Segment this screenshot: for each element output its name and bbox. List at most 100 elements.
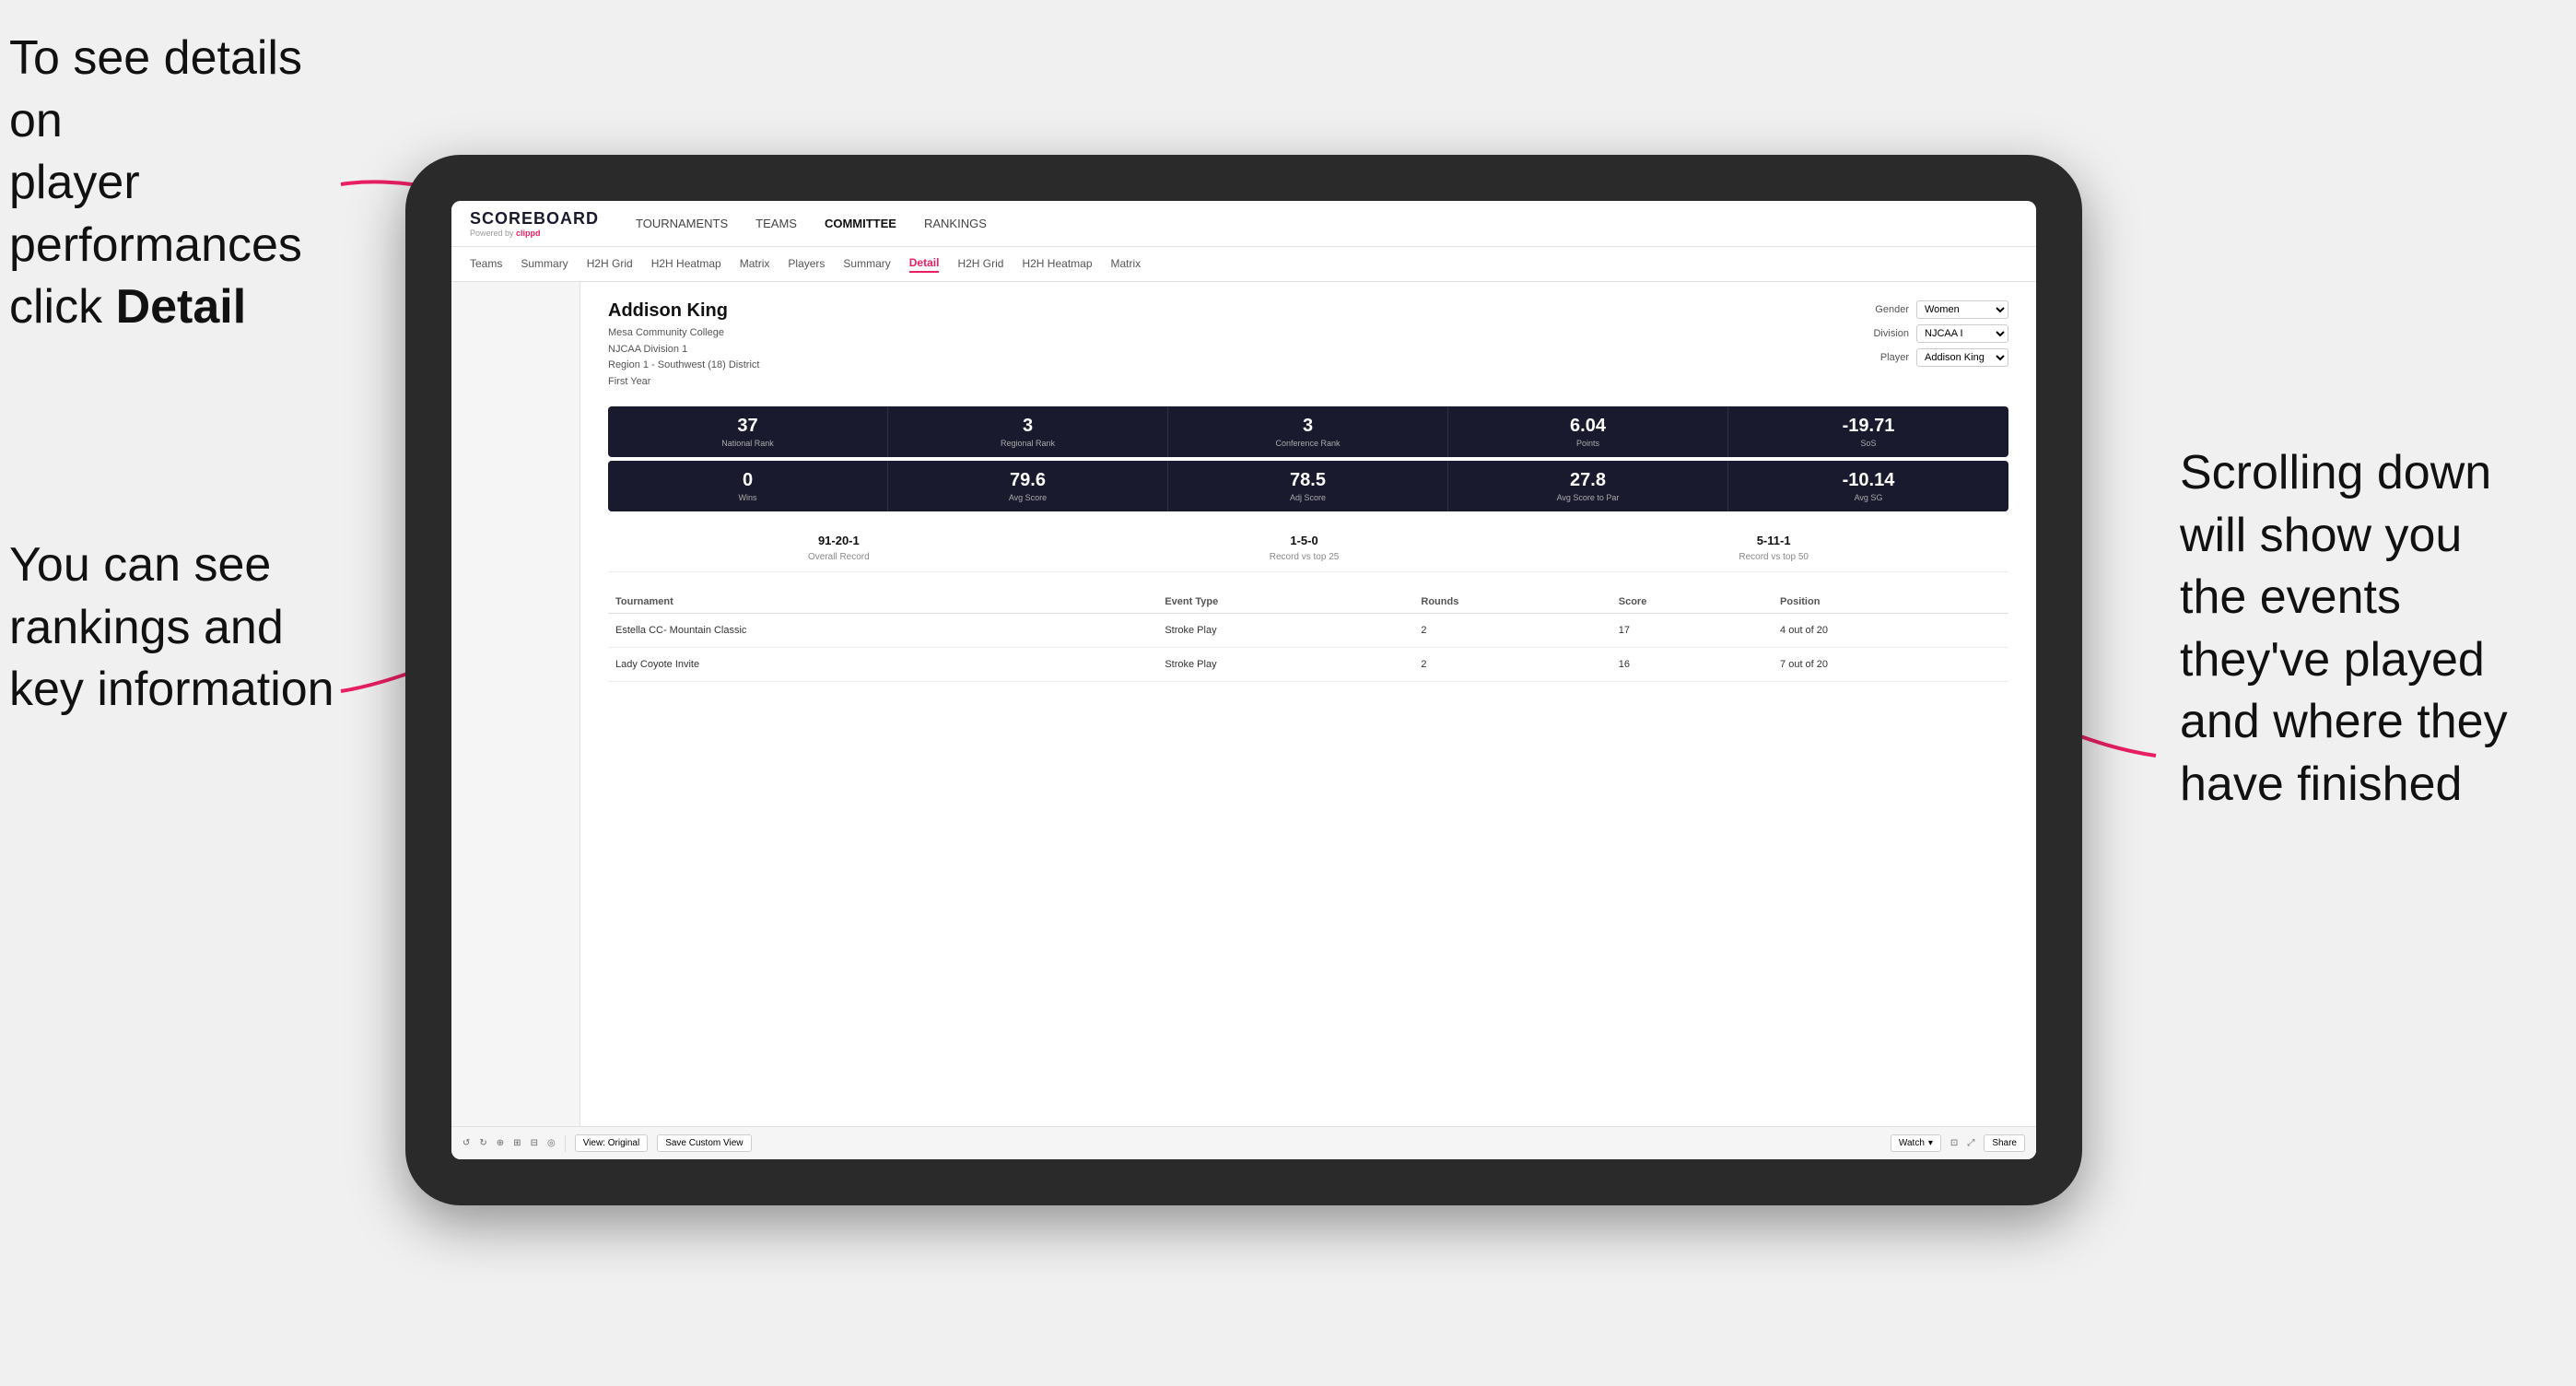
undo-icon[interactable]: ↺ bbox=[463, 1138, 470, 1148]
division-control: Division NJCAA I NJCAA II bbox=[1873, 324, 2008, 343]
subnav-detail[interactable]: Detail bbox=[909, 256, 940, 273]
player-name: Addison King bbox=[608, 300, 759, 322]
stat-sos: -19.71 SoS bbox=[1728, 406, 2008, 457]
player-control: Player Addison King bbox=[1880, 348, 2008, 367]
subnav-matrix2[interactable]: Matrix bbox=[1111, 257, 1142, 272]
player-division: NJCAA Division 1 bbox=[608, 342, 759, 358]
record-label: Record vs top 50 bbox=[1739, 552, 1809, 562]
sidebar bbox=[451, 282, 580, 1159]
toolbar-icon2[interactable]: ⊞ bbox=[513, 1138, 521, 1148]
stat-regional-rank: 3 Regional Rank bbox=[888, 406, 1168, 457]
logo: SCOREBOARD Powered by clippd bbox=[470, 209, 599, 238]
stat-value: 3 bbox=[899, 416, 1156, 437]
col-rounds: Rounds bbox=[1413, 591, 1610, 614]
annotation-bottom-left: You can see rankings and key information bbox=[9, 534, 378, 722]
player-college: Mesa Community College bbox=[608, 325, 759, 342]
stat-adj-score: 78.5 Adj Score bbox=[1168, 461, 1448, 511]
stats-row-1: 37 National Rank 3 Regional Rank 3 Confe… bbox=[608, 406, 2008, 457]
stat-value: -10.14 bbox=[1739, 470, 1997, 491]
tablet-frame: SCOREBOARD Powered by clippd TOURNAMENTS… bbox=[405, 155, 2082, 1205]
stat-label: National Rank bbox=[619, 439, 876, 448]
stat-label: Adj Score bbox=[1179, 493, 1436, 502]
logo-text: SCOREBOARD bbox=[470, 209, 599, 229]
share-button[interactable]: Share bbox=[1984, 1134, 2025, 1152]
toolbar-icon1[interactable]: ⊕ bbox=[497, 1138, 504, 1148]
subnav-h2h-heatmap[interactable]: H2H Heatmap bbox=[651, 257, 721, 272]
stat-label: Points bbox=[1459, 439, 1716, 448]
event-type: Stroke Play bbox=[1157, 614, 1413, 648]
main-content: Addison King Mesa Community College NJCA… bbox=[580, 282, 2036, 1159]
subnav-players[interactable]: Players bbox=[788, 257, 825, 272]
watch-button[interactable]: Watch ▾ bbox=[1891, 1134, 1941, 1152]
annotation-left-top: To see details on player performances cl… bbox=[9, 28, 359, 339]
player-region: Region 1 - Southwest (18) District bbox=[608, 358, 759, 374]
view-original-button[interactable]: View: Original bbox=[575, 1134, 649, 1152]
score: 17 bbox=[1611, 614, 1773, 648]
main-nav: TOURNAMENTS TEAMS COMMITTEE RANKINGS bbox=[636, 217, 987, 230]
toolbar-icon5[interactable]: ⊡ bbox=[1950, 1138, 1958, 1148]
table-row: Estella CC- Mountain Classic Stroke Play… bbox=[608, 614, 2008, 648]
stat-avg-score: 79.6 Avg Score bbox=[888, 461, 1168, 511]
tournament-name: Lady Coyote Invite bbox=[608, 648, 1157, 682]
stat-value: 37 bbox=[619, 416, 876, 437]
stat-value: 27.8 bbox=[1459, 470, 1716, 491]
nav-tournaments[interactable]: TOURNAMENTS bbox=[636, 217, 728, 230]
stat-label: Wins bbox=[619, 493, 876, 502]
view-original-label: View: Original bbox=[583, 1138, 640, 1148]
toolbar-separator bbox=[565, 1135, 566, 1152]
nav-committee[interactable]: COMMITTEE bbox=[825, 217, 896, 230]
subnav-h2h-heatmap2[interactable]: H2H Heatmap bbox=[1022, 257, 1092, 272]
division-select[interactable]: NJCAA I NJCAA II bbox=[1916, 324, 2008, 343]
toolbar-icon6[interactable]: ⤢ bbox=[1967, 1138, 1974, 1148]
tournament-name: Estella CC- Mountain Classic bbox=[608, 614, 1157, 648]
subnav-h2h-grid2[interactable]: H2H Grid bbox=[957, 257, 1003, 272]
col-score: Score bbox=[1611, 591, 1773, 614]
score: 16 bbox=[1611, 648, 1773, 682]
stat-label: Avg Score to Par bbox=[1459, 493, 1716, 502]
stat-value: 6.04 bbox=[1459, 416, 1716, 437]
record-label: Overall Record bbox=[808, 552, 870, 562]
subnav-summary2[interactable]: Summary bbox=[843, 257, 890, 272]
col-event-type: Event Type bbox=[1157, 591, 1413, 614]
player-select[interactable]: Addison King bbox=[1916, 348, 2008, 367]
gender-control: Gender Women Men bbox=[1875, 300, 2008, 319]
gender-label: Gender bbox=[1875, 304, 1909, 315]
nav-teams[interactable]: TEAMS bbox=[755, 217, 797, 230]
gender-select[interactable]: Women Men bbox=[1916, 300, 2008, 319]
top25-record: 1-5-0 Record vs top 25 bbox=[1270, 534, 1340, 564]
player-label: Player bbox=[1880, 352, 1909, 363]
position: 7 out of 20 bbox=[1773, 648, 2008, 682]
record-label: Record vs top 25 bbox=[1270, 552, 1340, 562]
tablet-screen: SCOREBOARD Powered by clippd TOURNAMENTS… bbox=[451, 201, 2036, 1159]
stat-avg-score-par: 27.8 Avg Score to Par bbox=[1448, 461, 1728, 511]
stat-label: SoS bbox=[1739, 439, 1997, 448]
nav-rankings[interactable]: RANKINGS bbox=[924, 217, 987, 230]
subnav-h2h-grid[interactable]: H2H Grid bbox=[587, 257, 633, 272]
records-row: 91-20-1 Overall Record 1-5-0 Record vs t… bbox=[608, 526, 2008, 572]
stat-value: 79.6 bbox=[899, 470, 1156, 491]
subnav-teams[interactable]: Teams bbox=[470, 257, 502, 272]
stat-label: Regional Rank bbox=[899, 439, 1156, 448]
toolbar-icon3[interactable]: ⊟ bbox=[531, 1138, 538, 1148]
stat-value: -19.71 bbox=[1739, 416, 1997, 437]
table-row: Lady Coyote Invite Stroke Play 2 16 7 ou… bbox=[608, 648, 2008, 682]
stat-points: 6.04 Points bbox=[1448, 406, 1728, 457]
subnav-summary[interactable]: Summary bbox=[521, 257, 568, 272]
col-position: Position bbox=[1773, 591, 2008, 614]
player-info: Addison King Mesa Community College NJCA… bbox=[608, 300, 759, 390]
toolbar-icon4[interactable]: ◎ bbox=[547, 1138, 556, 1148]
top50-record: 5-11-1 Record vs top 50 bbox=[1739, 534, 1809, 564]
share-label: Share bbox=[1992, 1138, 2017, 1148]
stat-value: 78.5 bbox=[1179, 470, 1436, 491]
content-area: Addison King Mesa Community College NJCA… bbox=[451, 282, 2036, 1159]
stat-label: Avg SG bbox=[1739, 493, 1997, 502]
save-custom-button[interactable]: Save Custom View bbox=[657, 1134, 751, 1152]
redo-icon[interactable]: ↻ bbox=[479, 1138, 486, 1148]
sub-nav: Teams Summary H2H Grid H2H Heatmap Matri… bbox=[451, 247, 2036, 282]
player-controls: Gender Women Men Division NJCAA I NJCAA … bbox=[1873, 300, 2008, 367]
record-value: 5-11-1 bbox=[1739, 534, 1809, 547]
subnav-matrix[interactable]: Matrix bbox=[740, 257, 770, 272]
stat-national-rank: 37 National Rank bbox=[608, 406, 888, 457]
stat-wins: 0 Wins bbox=[608, 461, 888, 511]
player-header: Addison King Mesa Community College NJCA… bbox=[608, 300, 2008, 390]
